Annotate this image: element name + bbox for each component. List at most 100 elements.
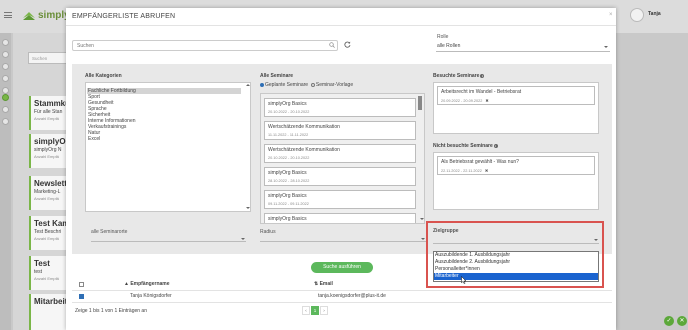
role-select[interactable]: alle Rollen bbox=[436, 41, 610, 52]
refresh-icon[interactable] bbox=[344, 41, 351, 48]
sidebar-search-input[interactable]: Suchen bbox=[28, 52, 70, 64]
cancel-button[interactable]: ✕ bbox=[677, 316, 687, 326]
logo-icon bbox=[23, 12, 35, 20]
seminar-date: 20.09.2022 - 20.09.2022 bbox=[441, 99, 483, 103]
menu-icon[interactable] bbox=[4, 12, 12, 18]
seminar-type-radios: Geplante Seminare Seminar-Vorlage bbox=[260, 82, 353, 88]
seminar-date: 22.11.2022 - 22.11.2022 bbox=[441, 169, 482, 173]
seminar-name: Arbeitsrecht im Wandel - Betriebsrat bbox=[441, 89, 522, 95]
list-item-meta: Anzahl Empfä bbox=[34, 236, 59, 241]
not-visited-list: Als Betriebsrat gewählt - Was nun? 22.11… bbox=[433, 152, 599, 210]
select-all-checkbox[interactable] bbox=[79, 282, 84, 287]
search-input[interactable] bbox=[72, 40, 338, 51]
info-icon: i bbox=[493, 143, 498, 148]
seminar-name: simplyOrg Basics bbox=[268, 216, 307, 222]
category-option[interactable]: Excel bbox=[87, 136, 241, 142]
seminar-card[interactable]: simplyOrg Basics 20.10.2022 - 20.10.2022 bbox=[264, 98, 416, 117]
not-visited-seminar-card[interactable]: Als Betriebsrat gewählt - Was nun? 22.11… bbox=[437, 156, 595, 175]
seminar-date: 20.10.2022 - 20.10.2022 bbox=[268, 110, 310, 114]
list-item[interactable]: Mitarbeit bbox=[29, 294, 71, 330]
column-header-email-text: Email bbox=[319, 281, 333, 287]
scrollbar[interactable] bbox=[418, 96, 422, 110]
zielgruppe-option[interactable]: Personalleiter*innen bbox=[434, 266, 598, 273]
list-item-subtitle: Marketing-L bbox=[34, 189, 61, 195]
page-button[interactable]: 1 bbox=[311, 306, 319, 315]
rail-item-icon[interactable] bbox=[2, 106, 9, 113]
radio-template[interactable] bbox=[310, 82, 315, 87]
seminars-heading: Alle Seminare bbox=[260, 73, 294, 79]
categories-list[interactable]: Fachliche Fortbildung Sport Gesundheit S… bbox=[85, 82, 251, 212]
mouse-cursor-icon bbox=[461, 276, 467, 284]
radius-label: Radius bbox=[260, 229, 276, 235]
scroll-up-icon[interactable] bbox=[246, 84, 250, 86]
chevron-down-icon bbox=[241, 238, 245, 240]
list-item-subtitle: Für alle Stan bbox=[34, 109, 63, 115]
info-icon: i bbox=[480, 73, 485, 78]
scroll-down-icon[interactable] bbox=[420, 218, 424, 220]
confirm-button[interactable]: ✓ bbox=[664, 316, 674, 326]
list-item-meta: Anzahl Empfä bbox=[34, 116, 59, 121]
column-header-email[interactable]: ⇅ Email bbox=[314, 281, 333, 287]
list-item-meta: Anzahl Empfä bbox=[34, 154, 59, 159]
list-item[interactable]: Test Kam Test Beschri Anzahl Empfä bbox=[29, 216, 71, 250]
list-item-title: Test Kam bbox=[34, 219, 70, 228]
chevron-down-icon bbox=[421, 238, 425, 240]
scroll-down-icon[interactable] bbox=[246, 207, 250, 209]
list-item-subtitle: simplyOrg N bbox=[34, 147, 62, 153]
radius-field[interactable] bbox=[260, 241, 426, 242]
seminar-date: 28.10.2022 - 28.10.2022 bbox=[268, 179, 310, 183]
zielgruppe-option[interactable]: Auszubildende 2. Ausbildungsjahr bbox=[434, 259, 598, 266]
remove-icon[interactable]: ✖ bbox=[485, 168, 488, 173]
list-item-meta: Anzahl Empfä bbox=[34, 196, 59, 201]
user-name: Tanja bbox=[648, 11, 661, 17]
remove-icon[interactable]: ✖ bbox=[485, 98, 488, 103]
page-prev-button[interactable]: ‹ bbox=[302, 306, 310, 315]
list-item[interactable]: simplyOr simplyOrg N Anzahl Empfä bbox=[29, 134, 71, 168]
search-submit-button[interactable]: Suche ausführen bbox=[311, 262, 373, 273]
table-cell-name: Tanja Königsdorfer bbox=[130, 293, 172, 299]
seminar-date: 09.11.2022 - 09.11.2022 bbox=[268, 202, 309, 206]
search-icon[interactable] bbox=[329, 42, 335, 48]
page-next-button[interactable]: › bbox=[320, 306, 328, 315]
zielgruppe-option-selected[interactable]: Mitarbeiter bbox=[434, 273, 598, 280]
list-item-title: Test bbox=[34, 259, 50, 268]
column-header-name[interactable]: ▲ Empfängername bbox=[124, 281, 170, 287]
list-item[interactable]: Newslett Marketing-L Anzahl Empfä bbox=[29, 176, 71, 210]
modal-title: EMPFÄNGERLISTE ABRUFEN bbox=[72, 13, 176, 20]
close-icon[interactable]: × bbox=[609, 12, 613, 18]
rail-item-icon[interactable] bbox=[2, 63, 9, 70]
divider bbox=[66, 25, 616, 26]
avatar[interactable] bbox=[630, 8, 644, 22]
zielgruppe-dropdown: Auszubildende 1. Ausbildungsjahr Auszubi… bbox=[433, 251, 599, 282]
seminar-card[interactable]: Wertschätzende Kommunikation 20.10.2022 … bbox=[264, 144, 416, 163]
visited-seminar-card[interactable]: Arbeitsrecht im Wandel - Betriebsrat 20.… bbox=[437, 86, 595, 105]
radio-planned[interactable] bbox=[260, 82, 264, 87]
role-label: Rolle bbox=[437, 34, 449, 40]
seminar-card[interactable]: simplyOrg Basics 09.11.2022 - 09.11.2022 bbox=[264, 190, 416, 209]
rail-item-icon[interactable] bbox=[2, 118, 9, 125]
rail-item-icon[interactable] bbox=[2, 51, 9, 58]
rail-item-icon[interactable] bbox=[2, 75, 9, 82]
pagination: ‹ 1 › bbox=[302, 306, 329, 316]
seminar-card[interactable]: simplyOrg Basics bbox=[264, 213, 416, 223]
seminar-name: Wertschätzende Kommunikation bbox=[268, 124, 340, 130]
seminar-name: simplyOrg Basics bbox=[268, 193, 307, 199]
rail-item-icon[interactable] bbox=[2, 87, 9, 94]
list-item[interactable]: Stammku Für alle Stan Anzahl Empfä bbox=[29, 96, 71, 130]
list-item-subtitle: Test Beschri bbox=[34, 229, 62, 235]
categories-heading: Alle Kategorien bbox=[85, 73, 122, 79]
zielgruppe-option[interactable]: Auszubildende 1. Ausbildungsjahr bbox=[434, 252, 598, 259]
rail-item-icon[interactable] bbox=[2, 39, 9, 46]
seminar-card[interactable]: simplyOrg Basics 28.10.2022 - 28.10.2022 bbox=[264, 167, 416, 186]
not-visited-heading: Nicht besuchte Seminare i bbox=[433, 143, 498, 149]
radio-template-label: Seminar-Vorlage bbox=[315, 82, 354, 88]
list-item[interactable]: Test test Anzahl Empfä bbox=[29, 256, 71, 290]
table-info: Zeige 1 bis 1 von 1 Einträgen an bbox=[75, 308, 147, 314]
chevron-down-icon bbox=[604, 46, 608, 48]
seminar-card[interactable]: Wertschätzende Kommunikation 11.11.2022 … bbox=[264, 121, 416, 140]
rail-item-active-icon[interactable] bbox=[2, 94, 9, 101]
zielgruppe-select[interactable] bbox=[433, 243, 599, 244]
seminar-location-field[interactable] bbox=[91, 241, 246, 242]
visited-heading-text: Besuchte Seminare bbox=[433, 73, 480, 79]
row-checkbox[interactable] bbox=[79, 294, 84, 299]
